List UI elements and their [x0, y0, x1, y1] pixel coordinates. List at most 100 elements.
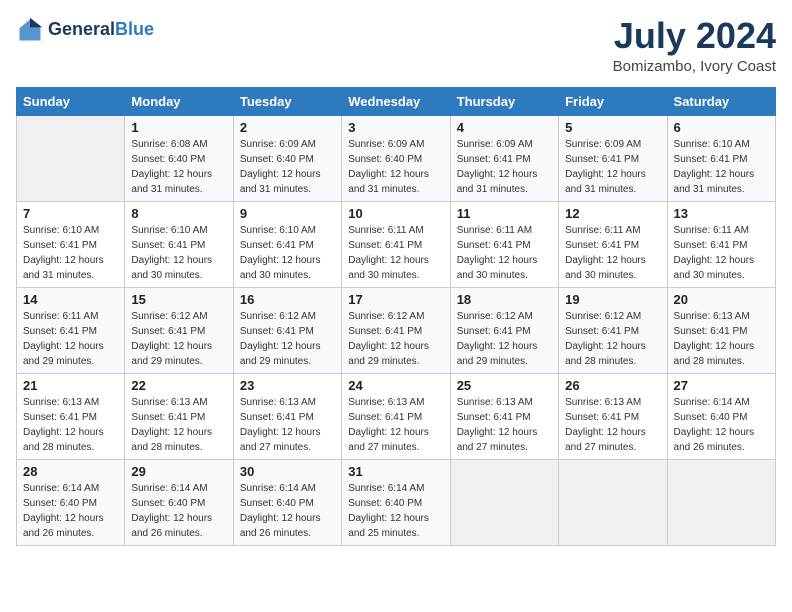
logo-icon [16, 16, 44, 44]
day-info: Sunrise: 6:10 AMSunset: 6:41 PMDaylight:… [23, 223, 118, 283]
calendar-cell: 28Sunrise: 6:14 AMSunset: 6:40 PMDayligh… [17, 459, 125, 545]
day-number: 9 [240, 206, 335, 221]
calendar-cell: 19 Sunrise: 6:12 AMSunset: 6:41 PMDayligh… [559, 287, 667, 373]
calendar-cell [17, 115, 125, 201]
day-number: 17 [348, 292, 443, 307]
calendar-cell: 21Sunrise: 6:13 AMSunset: 6:41 PMDayligh… [17, 373, 125, 459]
calendar-week-row: 14Sunrise: 6:11 AMSunset: 6:41 PMDayligh… [17, 287, 776, 373]
calendar-cell: 15 Sunrise: 6:12 AMSunset: 6:41 PMDayligh… [125, 287, 233, 373]
calendar-cell: 1 Sunrise: 6:08 AMSunset: 6:40 PMDaylight… [125, 115, 233, 201]
day-info: Sunrise: 6:12 AMSunset: 6:41 PMDaylight:… [565, 309, 660, 369]
day-number: 30 [240, 464, 335, 479]
calendar-cell: 30 Sunrise: 6:14 AMSunset: 6:40 PMDayligh… [233, 459, 341, 545]
calendar-cell: 14Sunrise: 6:11 AMSunset: 6:41 PMDayligh… [17, 287, 125, 373]
day-info: Sunrise: 6:13 AMSunset: 6:41 PMDaylight:… [348, 395, 443, 455]
calendar-week-row: 28 Sunrise: 6:14 AMSunset: 6:40 PMDayligh… [17, 459, 776, 545]
calendar-cell: 3Sunrise: 6:09 AMSunset: 6:40 PMDaylight… [342, 115, 450, 201]
month-title: July 2024 [613, 16, 776, 56]
day-info: Sunrise: 6:09 AMSunset: 6:41 PMDaylight:… [565, 137, 660, 197]
day-info: Sunrise: 6:11 AMSunset: 6:41 PMDaylight:… [457, 223, 552, 283]
day-number: 28 [23, 464, 118, 479]
day-number: 1 [131, 120, 226, 135]
calendar-table: SundayMondayTuesdayWednesdayThursdayFrid… [16, 87, 776, 546]
calendar-cell [559, 459, 667, 545]
day-number: 27 [674, 378, 769, 393]
day-number: 5 [565, 120, 660, 135]
day-number: 12 [565, 206, 660, 221]
day-info: Sunrise: 6:14 AMSunset: 6:40 PMDaylight:… [240, 481, 335, 541]
title-section: July 2024 Bomizambo, Ivory Coast [613, 16, 776, 75]
day-number: 18 [457, 292, 552, 307]
calendar-cell: 5 Sunrise: 6:09 AMSunset: 6:41 PMDaylight… [559, 115, 667, 201]
column-header-thursday: Thursday [450, 87, 558, 115]
calendar-cell: 10 Sunrise: 6:11 AMSunset: 6:41 PMDayligh… [342, 201, 450, 287]
calendar-cell: 27 Sunrise: 6:14 AMSunset: 6:40 PMDayligh… [667, 373, 775, 459]
column-header-tuesday: Tuesday [233, 87, 341, 115]
column-header-sunday: Sunday [17, 87, 125, 115]
column-header-friday: Friday [559, 87, 667, 115]
calendar-cell: 2 Sunrise: 6:09 AMSunset: 6:40 PMDaylight… [233, 115, 341, 201]
day-number: 20 [674, 292, 769, 307]
day-info: Sunrise: 6:12 AMSunset: 6:41 PMDaylight:… [457, 309, 552, 369]
day-number: 2 [240, 120, 335, 135]
day-number: 22 [131, 378, 226, 393]
day-info: Sunrise: 6:13 AMSunset: 6:41 PMDaylight:… [674, 309, 769, 369]
day-number: 4 [457, 120, 552, 135]
day-number: 11 [457, 206, 552, 221]
calendar-cell [450, 459, 558, 545]
day-info: Sunrise: 6:14 AMSunset: 6:40 PMDaylight:… [348, 481, 443, 541]
column-header-monday: Monday [125, 87, 233, 115]
location-title: Bomizambo, Ivory Coast [613, 58, 776, 75]
day-number: 13 [674, 206, 769, 221]
calendar-cell: 23 Sunrise: 6:13 AMSunset: 6:41 PMDayligh… [233, 373, 341, 459]
calendar-header-row: SundayMondayTuesdayWednesdayThursdayFrid… [17, 87, 776, 115]
day-info: Sunrise: 6:11 AMSunset: 6:41 PMDaylight:… [348, 223, 443, 283]
day-number: 10 [348, 206, 443, 221]
header: GeneralBlue July 2024 Bomizambo, Ivory C… [16, 16, 776, 75]
day-info: Sunrise: 6:13 AMSunset: 6:41 PMDaylight:… [240, 395, 335, 455]
calendar-cell: 12 Sunrise: 6:11 AMSunset: 6:41 PMDayligh… [559, 201, 667, 287]
calendar-cell: 16Sunrise: 6:12 AMSunset: 6:41 PMDayligh… [233, 287, 341, 373]
calendar-cell: 8Sunrise: 6:10 AMSunset: 6:41 PMDaylight… [125, 201, 233, 287]
calendar-cell: 7 Sunrise: 6:10 AMSunset: 6:41 PMDaylight… [17, 201, 125, 287]
day-info: Sunrise: 6:10 AMSunset: 6:41 PMDaylight:… [240, 223, 335, 283]
calendar-cell: 6 Sunrise: 6:10 AMSunset: 6:41 PMDaylight… [667, 115, 775, 201]
calendar-cell: 26Sunrise: 6:13 AMSunset: 6:41 PMDayligh… [559, 373, 667, 459]
day-number: 8 [131, 206, 226, 221]
day-info: Sunrise: 6:14 AMSunset: 6:40 PMDaylight:… [674, 395, 769, 455]
day-info: Sunrise: 6:13 AMSunset: 6:41 PMDaylight:… [565, 395, 660, 455]
calendar-cell: 24Sunrise: 6:13 AMSunset: 6:41 PMDayligh… [342, 373, 450, 459]
calendar-cell: 20 Sunrise: 6:13 AMSunset: 6:41 PMDayligh… [667, 287, 775, 373]
column-header-wednesday: Wednesday [342, 87, 450, 115]
calendar-week-row: 21Sunrise: 6:13 AMSunset: 6:41 PMDayligh… [17, 373, 776, 459]
day-info: Sunrise: 6:12 AMSunset: 6:41 PMDaylight:… [131, 309, 226, 369]
day-info: Sunrise: 6:10 AMSunset: 6:41 PMDaylight:… [674, 137, 769, 197]
day-info: Sunrise: 6:09 AMSunset: 6:41 PMDaylight:… [457, 137, 552, 197]
calendar-cell: 31Sunrise: 6:14 AMSunset: 6:40 PMDayligh… [342, 459, 450, 545]
column-header-saturday: Saturday [667, 87, 775, 115]
calendar-cell: 18 Sunrise: 6:12 AMSunset: 6:41 PMDayligh… [450, 287, 558, 373]
calendar-cell: 17 Sunrise: 6:12 AMSunset: 6:41 PMDayligh… [342, 287, 450, 373]
day-number: 6 [674, 120, 769, 135]
day-number: 7 [23, 206, 118, 221]
day-info: Sunrise: 6:11 AMSunset: 6:41 PMDaylight:… [674, 223, 769, 283]
calendar-week-row: 1 Sunrise: 6:08 AMSunset: 6:40 PMDaylight… [17, 115, 776, 201]
day-number: 25 [457, 378, 552, 393]
day-info: Sunrise: 6:11 AMSunset: 6:41 PMDaylight:… [565, 223, 660, 283]
day-info: Sunrise: 6:12 AMSunset: 6:41 PMDaylight:… [240, 309, 335, 369]
day-number: 19 [565, 292, 660, 307]
day-info: Sunrise: 6:09 AMSunset: 6:40 PMDaylight:… [240, 137, 335, 197]
day-info: Sunrise: 6:13 AMSunset: 6:41 PMDaylight:… [131, 395, 226, 455]
calendar-cell: 9 Sunrise: 6:10 AMSunset: 6:41 PMDaylight… [233, 201, 341, 287]
calendar-cell: 4 Sunrise: 6:09 AMSunset: 6:41 PMDaylight… [450, 115, 558, 201]
day-number: 23 [240, 378, 335, 393]
day-info: Sunrise: 6:08 AMSunset: 6:40 PMDaylight:… [131, 137, 226, 197]
calendar-cell: 25 Sunrise: 6:13 AMSunset: 6:41 PMDayligh… [450, 373, 558, 459]
calendar-cell: 13 Sunrise: 6:11 AMSunset: 6:41 PMDayligh… [667, 201, 775, 287]
calendar-cell: 22 Sunrise: 6:13 AMSunset: 6:41 PMDayligh… [125, 373, 233, 459]
calendar-cell: 29Sunrise: 6:14 AMSunset: 6:40 PMDayligh… [125, 459, 233, 545]
day-info: Sunrise: 6:14 AMSunset: 6:40 PMDaylight:… [131, 481, 226, 541]
day-info: Sunrise: 6:12 AMSunset: 6:41 PMDaylight:… [348, 309, 443, 369]
day-info: Sunrise: 6:13 AMSunset: 6:41 PMDaylight:… [457, 395, 552, 455]
day-number: 15 [131, 292, 226, 307]
